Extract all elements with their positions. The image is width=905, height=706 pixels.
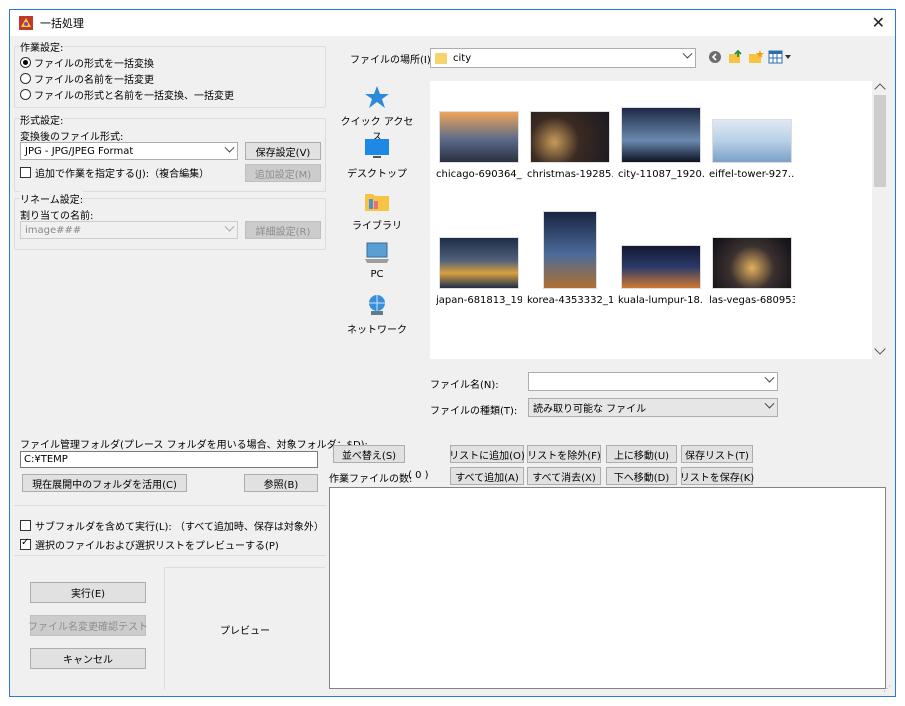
- thumbnail: [543, 211, 597, 289]
- rename-group-label: リネーム設定:: [20, 191, 84, 206]
- place-pc[interactable]: PC: [336, 241, 418, 280]
- worklist-count-value: ( 0 ): [408, 470, 429, 481]
- clear-all-button[interactable]: すべて消去(X): [527, 467, 601, 485]
- file-item[interactable]: korea-4353332_1...: [527, 211, 613, 306]
- radio-convert-and-rename[interactable]: ファイルの形式と名前を一括変換、一括変更: [20, 87, 234, 102]
- use-current-folder-button[interactable]: 現在展開中のフォルダを活用(C): [22, 474, 187, 492]
- location-select[interactable]: city: [430, 48, 696, 68]
- batch-window: 一括処理 ✕ 作業設定: ファイルの形式を一括変換 ファイルの名前を一括変更 フ…: [9, 9, 896, 697]
- folder-mgmt-input[interactable]: C:¥TEMP: [20, 451, 318, 468]
- folder-mgmt-label: ファイル管理フォルダ(プレース フォルダを用いる場合、対象フォルダ：$D):: [20, 440, 368, 451]
- chevron-down-icon: [764, 372, 775, 383]
- subfolder-checkbox[interactable]: [20, 520, 31, 531]
- star-icon: [363, 85, 391, 109]
- file-item[interactable]: chicago-690364_...: [436, 111, 522, 180]
- sort-button[interactable]: 並べ替え(S): [333, 445, 405, 463]
- chevron-down-icon[interactable]: [874, 343, 886, 355]
- place-quick-access[interactable]: クイック アクセス: [336, 85, 418, 143]
- preview-pane: プレビュー: [164, 567, 325, 690]
- folder-icon: [435, 52, 447, 64]
- cancel-button[interactable]: キャンセル: [30, 648, 146, 669]
- chevron-down-icon: [764, 398, 775, 409]
- file-item[interactable]: las-vegas-680953...: [709, 237, 795, 306]
- add-task-checkbox[interactable]: [20, 167, 31, 178]
- filename-input[interactable]: [528, 372, 778, 391]
- save-settings-button[interactable]: 保存設定(V): [245, 142, 321, 160]
- resize-grip-icon[interactable]: ⋰: [883, 684, 891, 693]
- thumbnail: [712, 237, 792, 289]
- add-settings-button[interactable]: 追加設定(M): [245, 164, 321, 182]
- chevron-down-icon: [224, 221, 235, 232]
- worklist-count-label: 作業ファイルの数:: [329, 474, 413, 485]
- name-template-select[interactable]: image###: [20, 221, 238, 239]
- network-icon: [363, 293, 391, 317]
- up-folder-icon[interactable]: [728, 49, 744, 68]
- chevron-up-icon[interactable]: [874, 83, 886, 95]
- place-library[interactable]: ライブラリ: [336, 189, 418, 232]
- save-list-button[interactable]: リストを保存(K): [680, 467, 754, 485]
- location-label: ファイルの場所(I):: [350, 55, 435, 66]
- preview-label: プレビュー: [220, 625, 270, 637]
- close-icon[interactable]: ✕: [872, 13, 885, 32]
- run-button[interactable]: 実行(E): [30, 582, 146, 603]
- filetype-label: ファイルの種類(T):: [430, 406, 518, 417]
- radio-button[interactable]: [20, 89, 31, 100]
- preview-checkbox[interactable]: [20, 537, 31, 550]
- back-icon[interactable]: [708, 50, 722, 67]
- filename-label: ファイル名(N):: [430, 380, 499, 391]
- chevron-down-icon: [224, 142, 235, 153]
- move-down-button[interactable]: 下へ移動(D): [606, 467, 677, 485]
- file-item[interactable]: kuala-lumpur-18...: [618, 245, 704, 306]
- places-bar: クイック アクセス デスクトップ ライブラリ PC ネットワーク: [336, 81, 418, 429]
- target-format-select[interactable]: JPG - JPG/JPEG Format: [20, 142, 238, 160]
- file-item[interactable]: eiffel-tower-927...: [709, 119, 795, 180]
- add-all-button[interactable]: すべて追加(A): [450, 467, 524, 485]
- title-bar: 一括処理 ✕: [10, 10, 895, 36]
- thumbnail: [621, 107, 701, 163]
- thumbnail: [712, 119, 792, 163]
- file-item[interactable]: japan-681813_19...: [436, 237, 522, 306]
- place-desktop[interactable]: デスクトップ: [336, 137, 418, 180]
- add-task-option[interactable]: 追加で作業を指定する(J):（複合編集）: [20, 165, 209, 180]
- app-icon: [18, 15, 34, 31]
- radio-convert-format[interactable]: ファイルの形式を一括変換: [20, 55, 154, 70]
- remove-from-list-button[interactable]: リストを除外(F): [527, 445, 601, 463]
- rename-test-button[interactable]: ファイル名変更確認テスト: [28, 615, 148, 636]
- work-file-list[interactable]: [329, 487, 886, 689]
- thumbnail: [621, 245, 701, 289]
- pc-icon: [363, 241, 391, 265]
- radio-button[interactable]: [20, 57, 31, 68]
- radio-button[interactable]: [20, 73, 31, 84]
- radio-rename[interactable]: ファイルの名前を一括変更: [20, 71, 154, 86]
- file-item[interactable]: christmas-19285...: [527, 111, 613, 180]
- thumbnail: [530, 111, 610, 163]
- window-title: 一括処理: [40, 17, 84, 30]
- add-to-list-button[interactable]: リストに追加(O): [449, 445, 525, 463]
- file-list[interactable]: chicago-690364_... christmas-19285... ci…: [430, 81, 888, 359]
- library-folder-icon: [363, 189, 391, 213]
- file-list-scrollbar[interactable]: [872, 81, 888, 359]
- format-group-label: 形式設定:: [20, 112, 64, 127]
- subfolder-option[interactable]: サブフォルダを含めて実行(L): （すべて追加時、保存は対象外）: [20, 518, 324, 533]
- view-menu-icon[interactable]: [768, 50, 792, 67]
- file-item[interactable]: city-11087_1920....: [618, 107, 704, 180]
- divider: [14, 555, 326, 556]
- new-folder-icon[interactable]: [748, 49, 764, 68]
- move-up-button[interactable]: 上に移動(U): [606, 445, 677, 463]
- place-network[interactable]: ネットワーク: [336, 293, 418, 336]
- thumbnail: [439, 111, 519, 163]
- detail-settings-button[interactable]: 詳細設定(R): [245, 221, 321, 239]
- scroll-thumb[interactable]: [874, 95, 886, 187]
- chevron-down-icon: [682, 48, 693, 59]
- filetype-select[interactable]: 読み取り可能な ファイル: [528, 398, 778, 417]
- operation-group-label: 作業設定:: [20, 39, 64, 54]
- thumbnail: [439, 237, 519, 289]
- preview-option[interactable]: 選択のファイルおよび選択リストをプレビューする(P): [20, 537, 279, 552]
- browse-button[interactable]: 参照(B): [244, 474, 318, 492]
- divider: [14, 505, 326, 506]
- assign-name-label: 割り当ての名前:: [20, 211, 94, 222]
- save-list-preset-button[interactable]: 保存リスト(T): [681, 445, 753, 463]
- target-format-label: 変換後のファイル形式:: [20, 132, 124, 143]
- desktop-icon: [363, 137, 391, 161]
